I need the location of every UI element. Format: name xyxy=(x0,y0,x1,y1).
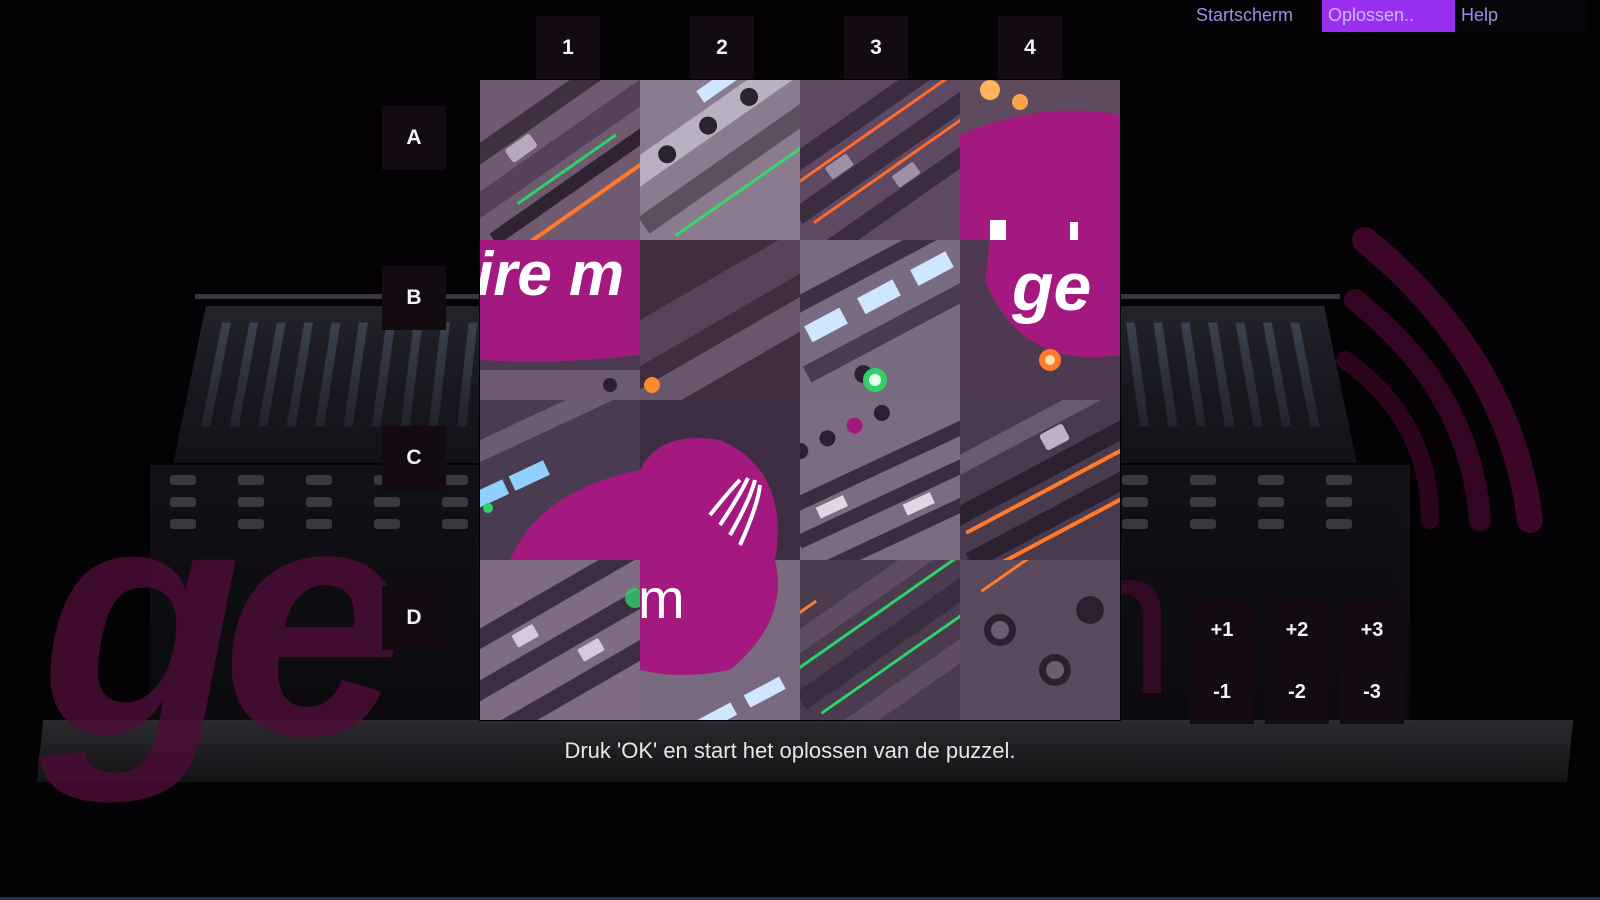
move-plus-2-button[interactable]: +2 xyxy=(1265,598,1329,662)
tile-logo-text: m xyxy=(640,567,685,630)
background-fader-strip xyxy=(428,322,450,427)
puzzle-tile-a3[interactable] xyxy=(800,80,960,240)
puzzle-tile-c4[interactable] xyxy=(960,400,1120,560)
move-plus-1-button[interactable]: +1 xyxy=(1190,598,1254,662)
background-fader-strip xyxy=(1235,322,1263,427)
background-fader-strip xyxy=(1180,322,1206,427)
top-menu: Startscherm Oplossen.. Help xyxy=(1190,0,1587,32)
puzzle-grid: ire m ge m xyxy=(480,80,1120,720)
menu-item-solve[interactable]: Oplossen.. xyxy=(1322,0,1455,32)
column-label-2: 2 xyxy=(690,16,754,80)
move-plus-3-button[interactable]: +3 xyxy=(1340,598,1404,662)
background-knob xyxy=(442,519,468,529)
puzzle-tile-a4[interactable] xyxy=(960,80,1120,240)
instruction-text: Druk 'OK' en start het oplossen van de p… xyxy=(564,738,1016,763)
puzzle-tile-c1[interactable] xyxy=(480,400,640,560)
puzzle-tile-d3[interactable] xyxy=(800,560,960,720)
puzzle-tile-b3[interactable] xyxy=(800,240,960,400)
background-knob xyxy=(1190,519,1216,529)
puzzle-tile-d1[interactable] xyxy=(480,560,640,720)
background-fader-strip xyxy=(286,322,314,427)
row-label-b: B xyxy=(382,266,446,330)
background-fader-strip xyxy=(343,322,368,427)
puzzle-tile-b1[interactable]: ire m xyxy=(480,240,640,400)
background-fader-strip xyxy=(258,322,286,427)
row-label-c: C xyxy=(382,426,446,490)
background-fader-strip xyxy=(457,322,478,427)
background-fader-strip xyxy=(1126,322,1149,427)
background-fader-strip xyxy=(1208,322,1235,427)
background-fader-strip xyxy=(400,322,423,427)
background-logo: ge xyxy=(40,435,405,804)
puzzle-tile-a2[interactable] xyxy=(640,80,800,240)
puzzle-tile-c3[interactable] xyxy=(800,400,960,560)
column-label-1: 1 xyxy=(536,16,600,80)
puzzle-tile-a1[interactable] xyxy=(480,80,640,240)
background-fader-strip xyxy=(229,322,259,427)
puzzle-tile-d2[interactable]: m xyxy=(640,560,800,720)
puzzle-tile-c2[interactable] xyxy=(640,400,800,560)
move-minus-3-button[interactable]: -3 xyxy=(1340,660,1404,724)
background-knob xyxy=(1190,497,1216,507)
move-minus-2-button[interactable]: -2 xyxy=(1265,660,1329,724)
puzzle-tile-d4[interactable] xyxy=(960,560,1120,720)
puzzle-tile-b2[interactable] xyxy=(640,240,800,400)
move-minus-1-button[interactable]: -1 xyxy=(1190,660,1254,724)
menu-item-help[interactable]: Help xyxy=(1455,0,1587,32)
column-label-3: 3 xyxy=(844,16,908,80)
tile-logo-text: ire m xyxy=(480,240,624,309)
tile-logo-text: ge xyxy=(1011,249,1091,325)
row-label-d: D xyxy=(382,586,446,650)
background-fader-strip xyxy=(201,322,231,427)
background-signal-arcs-icon xyxy=(1336,227,1543,533)
background-fader-strip xyxy=(314,322,341,427)
background-knob xyxy=(442,497,468,507)
menu-item-home[interactable]: Startscherm xyxy=(1190,0,1322,32)
puzzle-tile-b4[interactable]: ge xyxy=(960,240,1120,400)
background-knob xyxy=(1190,475,1216,485)
background-fader-strip xyxy=(371,322,396,427)
column-label-4: 4 xyxy=(998,16,1062,80)
background-knob xyxy=(1122,475,1148,485)
row-label-a: A xyxy=(382,106,446,170)
background-fader-strip xyxy=(1153,322,1178,427)
